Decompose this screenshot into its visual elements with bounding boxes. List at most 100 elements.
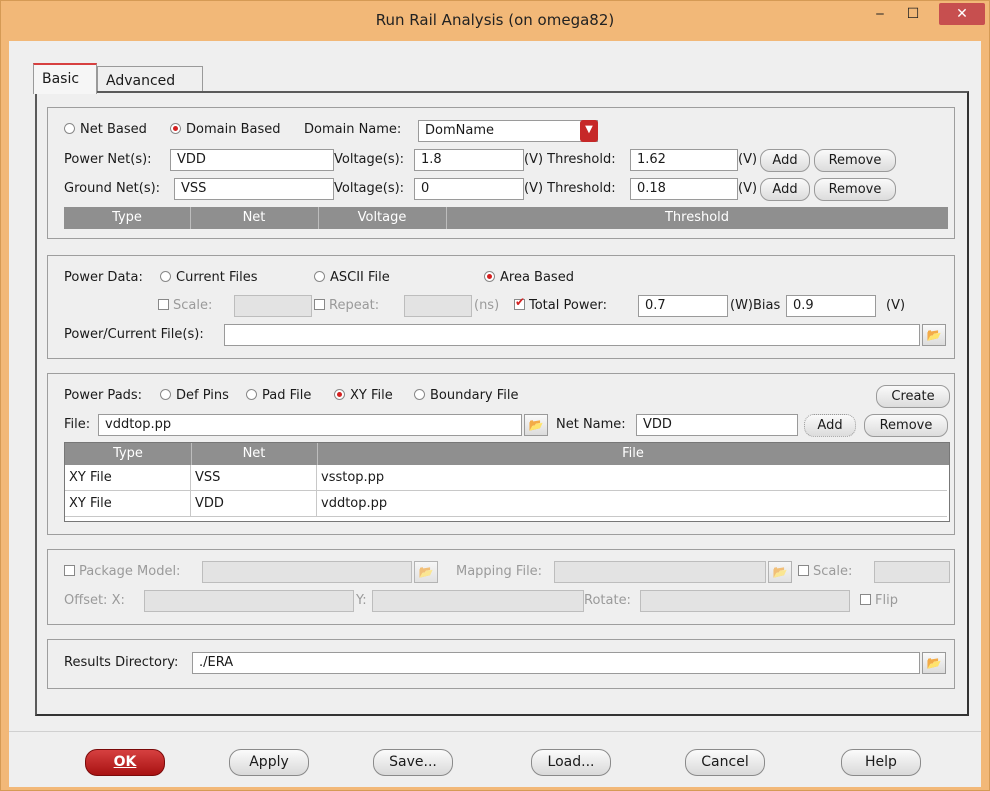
folder-open-icon[interactable]: 📂 (524, 414, 548, 436)
power-threshold-input[interactable]: 1.62 (630, 149, 738, 171)
scale-checkbox[interactable]: Scale: (798, 564, 852, 579)
offset-y-input[interactable] (372, 590, 584, 612)
create-button[interactable]: Create (876, 385, 950, 408)
window-title: Run Rail Analysis (on omega82) (375, 11, 615, 29)
checkbox-icon (860, 594, 871, 605)
column-header-voltage[interactable]: Voltage (318, 207, 447, 229)
column-header-type[interactable]: Type (64, 207, 191, 229)
chevron-down-icon[interactable]: ▼ (580, 120, 598, 142)
remove-ground-net-button[interactable]: Remove (814, 178, 896, 201)
column-header-file[interactable]: File (317, 443, 949, 465)
folder-open-icon[interactable]: 📂 (922, 652, 946, 674)
folder-open-icon[interactable]: 📂 (414, 561, 438, 583)
pad-file-radio[interactable]: Pad File (246, 388, 311, 403)
maximize-button[interactable]: ☐ (899, 3, 927, 25)
column-header-type[interactable]: Type (65, 443, 192, 465)
package-scale-input[interactable] (874, 561, 950, 583)
total-power-input[interactable]: 0.7 (638, 295, 728, 317)
tab-basic[interactable]: Basic (33, 63, 97, 94)
offset-x-input[interactable] (144, 590, 354, 612)
column-header-net[interactable]: Net (190, 207, 319, 229)
area-based-radio[interactable]: Area Based (484, 270, 574, 285)
ground-net-label: Ground Net(s): (64, 181, 161, 196)
power-data-group: Power Data: Current Files ASCII File Are… (47, 255, 955, 359)
radio-icon (314, 271, 325, 282)
rotate-label: Rotate: (584, 593, 631, 608)
ascii-file-radio[interactable]: ASCII File (314, 270, 390, 285)
unit-label: (V) (738, 181, 758, 196)
ground-threshold-input[interactable]: 0.18 (630, 178, 738, 200)
close-button[interactable]: ✕ (939, 3, 985, 25)
power-pads-label: Power Pads: (64, 388, 143, 403)
net-based-radio[interactable]: Net Based (64, 122, 147, 137)
power-net-input[interactable]: VDD (170, 149, 334, 171)
package-model-input[interactable] (202, 561, 412, 583)
minimize-button[interactable]: ‒ (869, 3, 891, 25)
w-bias-label: (W)Bias (730, 298, 781, 313)
threshold-label: (V) Threshold: (524, 152, 616, 167)
domain-group: Net Based Domain Based Domain Name: DomN… (47, 107, 955, 239)
ok-button[interactable]: OK (85, 749, 165, 776)
domain-name-select[interactable]: DomName (418, 120, 598, 142)
pads-table-header: Type Net File (65, 443, 949, 465)
ground-net-input[interactable]: VSS (174, 178, 334, 200)
table-row[interactable]: XY File VSS vsstop.pp (65, 465, 947, 491)
xy-file-radio[interactable]: XY File (334, 388, 393, 403)
scale-checkbox[interactable]: Scale: (158, 298, 212, 313)
domain-name-label: Domain Name: (304, 122, 402, 137)
button-bar: OK Apply Save... Load... Cancel Help (9, 731, 981, 787)
add-power-net-button[interactable]: Add (760, 149, 810, 172)
pads-table: Type Net File XY File VSS vsstop.pp XY F… (64, 442, 950, 522)
save-button[interactable]: Save... (373, 749, 453, 776)
results-directory-label: Results Directory: (64, 655, 179, 670)
load-button[interactable]: Load... (531, 749, 611, 776)
domain-based-radio[interactable]: Domain Based (170, 122, 281, 137)
add-pad-button[interactable]: Add (804, 414, 856, 437)
column-header-threshold[interactable]: Threshold (446, 207, 948, 229)
net-name-input[interactable]: VDD (636, 414, 798, 436)
results-group: Results Directory: ./ERA 📂 (47, 639, 955, 689)
repeat-input[interactable] (404, 295, 472, 317)
current-files-radio[interactable]: Current Files (160, 270, 258, 285)
boundary-file-radio[interactable]: Boundary File (414, 388, 519, 403)
radio-icon (160, 271, 171, 282)
repeat-checkbox[interactable]: Repeat: (314, 298, 379, 313)
ground-voltage-input[interactable]: 0 (414, 178, 524, 200)
radio-icon (246, 389, 257, 400)
folder-open-icon[interactable]: 📂 (922, 324, 946, 346)
mapping-file-input[interactable] (554, 561, 766, 583)
radio-icon (64, 123, 75, 134)
power-net-label: Power Net(s): (64, 152, 152, 167)
remove-power-net-button[interactable]: Remove (814, 149, 896, 172)
results-directory-input[interactable]: ./ERA (192, 652, 920, 674)
title-bar[interactable]: Run Rail Analysis (on omega82) ‒ ☐ ✕ (1, 1, 989, 41)
tab-advanced[interactable]: Advanced (97, 66, 203, 92)
power-file-input[interactable] (224, 324, 920, 346)
pad-file-input[interactable]: vddtop.pp (98, 414, 522, 436)
power-file-label: Power/Current File(s): (64, 327, 204, 342)
mapping-file-label: Mapping File: (456, 564, 543, 579)
package-model-checkbox[interactable]: Package Model: (64, 564, 180, 579)
total-power-checkbox[interactable]: Total Power: (514, 295, 607, 313)
def-pins-radio[interactable]: Def Pins (160, 388, 229, 403)
flip-checkbox[interactable]: Flip (860, 593, 898, 608)
apply-button[interactable]: Apply (229, 749, 309, 776)
v-unit-label: (V) (886, 298, 906, 313)
table-row[interactable]: XY File VDD vddtop.pp (65, 491, 947, 517)
radio-selected-icon (334, 389, 345, 400)
folder-open-icon[interactable]: 📂 (768, 561, 792, 583)
power-voltage-input[interactable]: 1.8 (414, 149, 524, 171)
checkbox-icon (158, 299, 169, 310)
help-button[interactable]: Help (841, 749, 921, 776)
remove-pad-button[interactable]: Remove (864, 414, 948, 437)
scale-input[interactable] (234, 295, 312, 317)
ns-unit-label: (ns) (474, 298, 500, 313)
column-header-net[interactable]: Net (191, 443, 318, 465)
checkbox-icon (798, 565, 809, 576)
rotate-input[interactable] (640, 590, 850, 612)
voltage-label: Voltage(s): (334, 152, 405, 167)
add-ground-net-button[interactable]: Add (760, 178, 810, 201)
package-group: Package Model: 📂 Mapping File: 📂 Scale: … (47, 549, 955, 625)
cancel-button[interactable]: Cancel (685, 749, 765, 776)
bias-input[interactable]: 0.9 (786, 295, 876, 317)
